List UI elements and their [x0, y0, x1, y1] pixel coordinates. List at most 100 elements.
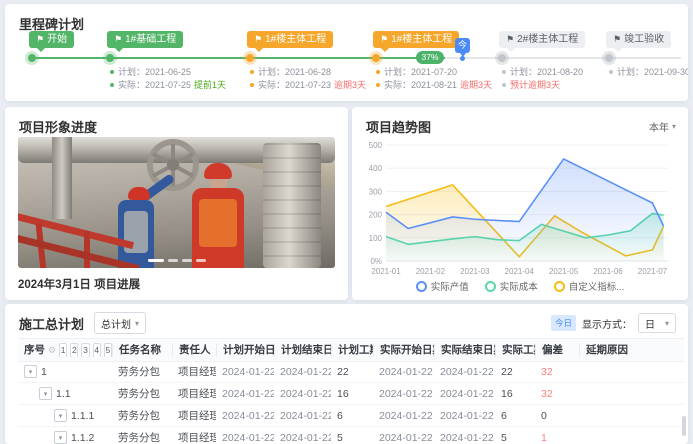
table-cell: 劳务分包 [112, 364, 172, 379]
trend-chart-panel: 项目趋势图 本年 ▾ 5004003002001000%2021-012021-… [352, 107, 688, 300]
date-bullet [110, 83, 114, 87]
flag-icon: ⚑ [114, 34, 122, 44]
level-button-1[interactable]: 1 [59, 343, 67, 357]
milestone-node-dot [605, 54, 613, 62]
milestone-date-line: 计划：2021-06-28 [250, 66, 366, 78]
milestone-badge[interactable]: ⚑2#楼主体工程 [499, 31, 585, 48]
milestone-badge[interactable]: ⚑1#楼主体工程 [247, 31, 333, 48]
date-bullet [250, 83, 254, 87]
milestone-badge[interactable]: ⚑开始 [29, 31, 74, 48]
table-cell: 2024-01-22 [434, 432, 495, 444]
column-header: 计划开始日期 [216, 343, 274, 357]
table-cell: 2024-01-22 [216, 388, 274, 400]
seq-text: 1.1.2 [71, 432, 94, 444]
svg-text:2021-07: 2021-07 [638, 267, 668, 276]
svg-text:2021-01: 2021-01 [371, 267, 401, 276]
date-status-text: 逾期3天 [334, 80, 366, 90]
milestone-badge[interactable]: ⚑1#楼主体工程 [373, 31, 459, 48]
level-button-5[interactable]: 5 [104, 343, 112, 357]
column-header: 任务名称 [112, 343, 172, 357]
svg-text:500: 500 [369, 141, 383, 150]
legend-item[interactable]: 实际产值 [416, 279, 469, 293]
milestone-label: 1#基础工程 [125, 34, 176, 45]
flag-icon: ⚑ [613, 34, 621, 44]
table-cell: 22 [495, 366, 535, 378]
carousel-dots[interactable] [148, 259, 206, 262]
table-cell: 2024-01-22 [373, 388, 434, 400]
table-row[interactable]: ▾1.1.2劳务分包项目经理32024-01-222024-01-2252024… [18, 427, 684, 444]
schedule-panel: 施工总计划 总计划 ▾ 今日 显示方式： 日 ▾ 序号⚙12345任务名称责任人… [5, 304, 688, 444]
table-row[interactable]: ▾1劳务分包项目经理12024-01-222024-01-22222024-01… [18, 361, 684, 383]
column-header: 实际工期 [495, 343, 535, 357]
table-cell: 16 [495, 388, 535, 400]
seq-cell: ▾1.1.1 [18, 409, 112, 422]
milestone-badge[interactable]: ⚑1#基础工程 [107, 31, 183, 48]
date-text: 计划：2021-08-20 [510, 67, 583, 77]
date-bullet [609, 70, 613, 74]
level-button-2[interactable]: 2 [70, 343, 78, 357]
milestone-date-line: 实际：2021-07-23逾期3天 [250, 79, 366, 91]
table-cell: 项目经理1 [172, 364, 216, 379]
chart-range-value: 本年 [649, 119, 669, 134]
column-header: 延期原因 [579, 343, 684, 357]
progress-photo[interactable] [18, 137, 335, 268]
chart-range-select[interactable]: 本年 ▾ [649, 119, 676, 134]
legend-item[interactable]: 实际成本 [485, 279, 538, 293]
milestone-label: 1#楼主体工程 [391, 34, 452, 45]
plan-type-select[interactable]: 总计划 ▾ [94, 312, 146, 334]
date-bullet [110, 70, 114, 74]
table-cell: 32 [535, 366, 579, 378]
table-cell: 2024-01-22 [434, 366, 495, 378]
schedule-header: 施工总计划 总计划 ▾ [19, 312, 146, 334]
table-cell: 2024-01-22 [216, 366, 274, 378]
expand-toggle-icon[interactable]: ▾ [54, 431, 67, 444]
column-header-seq: 序号⚙12345 [18, 343, 112, 357]
table-cell: 2024-01-22 [434, 410, 495, 422]
table-cell: 2024-01-22 [373, 432, 434, 444]
table-cell: 2024-01-22 [216, 432, 274, 444]
table-cell: 劳务分包 [112, 430, 172, 444]
date-bullet [502, 83, 506, 87]
legend-marker [485, 281, 496, 292]
milestone-date-line: 计划：2021-08-20 [502, 66, 583, 78]
date-text: 实际：2021-07-23 [258, 80, 331, 90]
trend-chart-title: 项目趋势图 [366, 117, 431, 136]
milestone-dates: 计划：2021-06-25实际：2021-07-25提前1天 [110, 66, 226, 92]
gear-icon[interactable]: ⚙ [48, 343, 56, 357]
expand-toggle-icon[interactable]: ▾ [24, 365, 37, 378]
svg-text:400: 400 [369, 164, 383, 173]
legend-item[interactable]: 自定义指标... [554, 279, 624, 293]
milestone-date-line: 计划：2021-07-20 [376, 66, 492, 78]
column-label: 序号 [24, 343, 45, 357]
today-badge[interactable]: 今日 [551, 315, 576, 331]
milestone-node-dot [246, 54, 254, 62]
table-cell: 2024-01-22 [274, 388, 331, 400]
svg-text:200: 200 [369, 211, 383, 220]
progress-photo-title: 项目形象进度 [19, 117, 97, 136]
date-text: 计划：2021-06-28 [258, 67, 331, 77]
milestone-date-line: 预计逾期3天 [502, 79, 583, 91]
table-cell: 2024-01-22 [274, 432, 331, 444]
table-cell: 项目经理3 [172, 430, 216, 444]
table-row[interactable]: ▾1.1劳务分包项目经理12024-01-222024-01-22162024-… [18, 383, 684, 405]
milestone-date-line: 实际：2021-07-25提前1天 [110, 79, 226, 91]
level-button-4[interactable]: 4 [93, 343, 101, 357]
level-button-3[interactable]: 3 [81, 343, 89, 357]
table-cell: 6 [495, 410, 535, 422]
schedule-controls: 今日 显示方式： 日 ▾ [551, 313, 676, 333]
chart-legend: 实际产值 实际成本 自定义指标... [352, 279, 688, 293]
milestone-badge[interactable]: ⚑竣工验收 [606, 31, 671, 48]
display-mode-select[interactable]: 日 ▾ [638, 313, 676, 333]
milestone-panel: 里程碑计划 ⚑开始⚑1#基础工程计划：2021-06-25实际：2021-07-… [5, 4, 688, 101]
expand-toggle-icon[interactable]: ▾ [54, 409, 67, 422]
photo-right-pipe [263, 143, 321, 268]
table-cell: 6 [331, 410, 373, 422]
photo-railing-post [84, 231, 90, 268]
milestone-label: 1#楼主体工程 [265, 34, 326, 45]
milestone-date-line: 计划：2021-06-25 [110, 66, 226, 78]
expand-toggle-icon[interactable]: ▾ [39, 387, 52, 400]
schedule-title: 施工总计划 [19, 314, 84, 333]
legend-marker [416, 281, 427, 292]
table-row[interactable]: ▾1.1.1劳务分包项目经理22024-01-222024-01-2262024… [18, 405, 684, 427]
table-scrollbar[interactable] [682, 416, 686, 436]
